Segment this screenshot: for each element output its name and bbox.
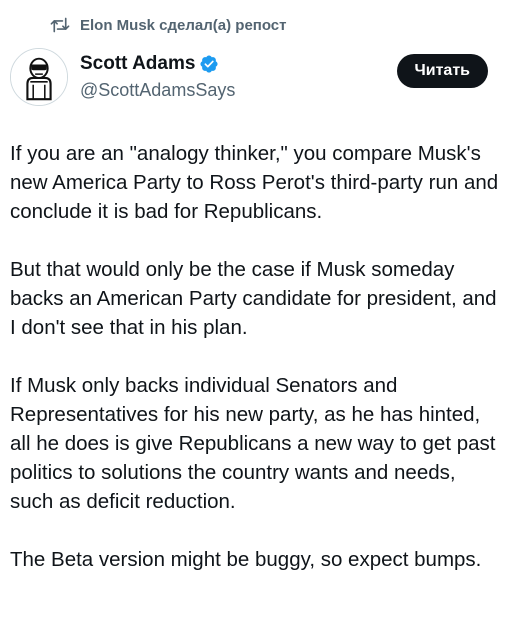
- tweet-paragraph: If you are an "analogy thinker," you com…: [10, 142, 499, 223]
- follow-button[interactable]: Читать: [396, 54, 488, 88]
- tweet-paragraph: If Musk only backs individual Senators a…: [10, 374, 496, 513]
- verified-badge-icon: [199, 54, 219, 74]
- tweet-paragraph: The Beta version might be buggy, so expe…: [10, 548, 482, 571]
- repost-icon: [50, 16, 70, 34]
- tweet-text: If you are an "analogy thinker," you com…: [10, 139, 501, 603]
- tweet-paragraph: But that would only be the case if Musk …: [10, 258, 497, 339]
- repost-text: Elon Musk сделал(а) репост: [80, 16, 287, 34]
- author-info: Scott Adams @ScottAdamsSays: [80, 52, 235, 101]
- avatar[interactable]: [10, 48, 68, 106]
- tweet-header: Scott Adams @ScottAdamsSays Читать: [10, 48, 502, 108]
- repost-indicator[interactable]: Elon Musk сделал(а) репост: [50, 14, 287, 36]
- display-name[interactable]: Scott Adams: [80, 53, 195, 75]
- author-handle[interactable]: @ScottAdamsSays: [80, 80, 235, 101]
- display-name-row: Scott Adams: [80, 52, 235, 76]
